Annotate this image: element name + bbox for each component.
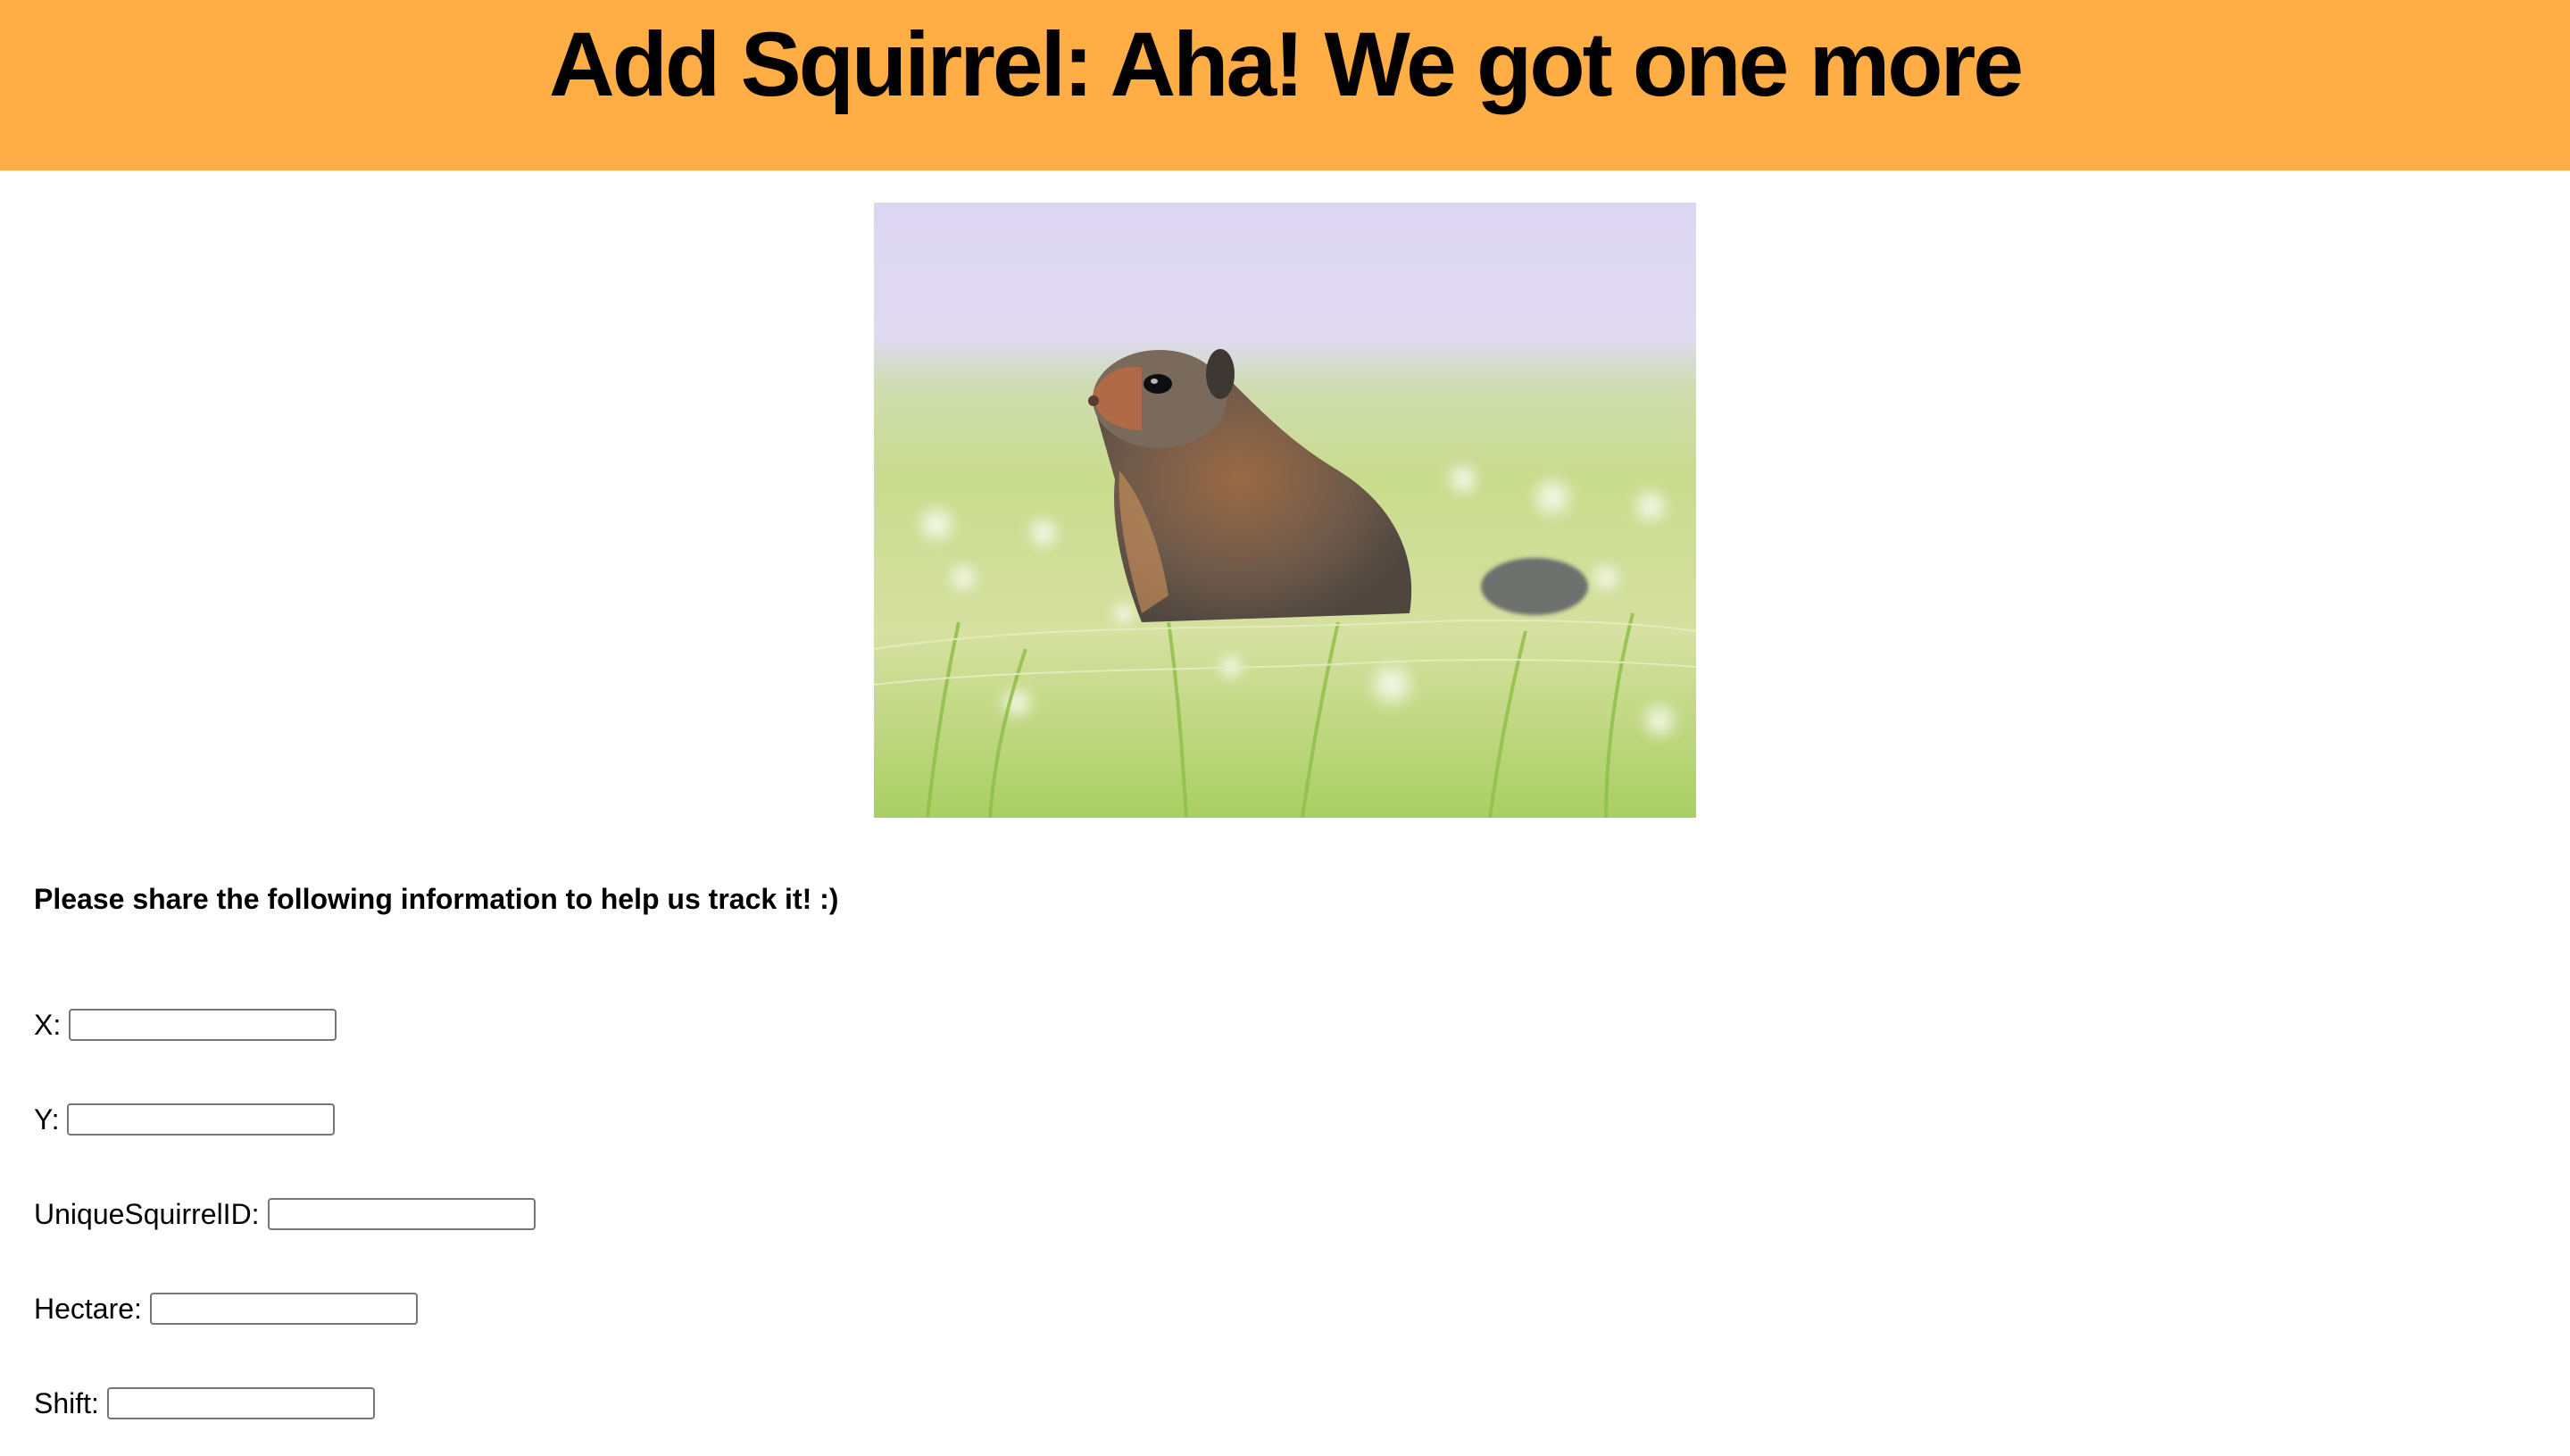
field-hectare-label: Hectare: [34,1293,142,1325]
field-hectare: Hectare: [34,1291,418,1327]
field-unique-squirrel-id-label: UniqueSquirrelID: [34,1198,260,1230]
hectare-input[interactable] [149,1293,418,1325]
field-x-label: X: [34,1009,62,1041]
field-shift: Shift: [34,1385,375,1421]
unique-squirrel-id-input[interactable] [267,1198,536,1230]
field-y: Y: [34,1102,336,1137]
x-input[interactable] [69,1009,337,1041]
squirrel-photo [874,203,1696,818]
field-x: X: [34,1007,337,1043]
field-shift-label: Shift: [34,1387,99,1419]
shift-input[interactable] [106,1387,375,1419]
y-input[interactable] [67,1103,336,1136]
page-title: Add Squirrel: Aha! We got one more [548,13,2024,115]
form-prompt: Please share the following information t… [34,883,839,915]
field-y-label: Y: [34,1103,60,1136]
field-unique-squirrel-id: UniqueSquirrelID: [34,1196,536,1232]
page-header: Add Squirrel: Aha! We got one more [0,0,2570,171]
